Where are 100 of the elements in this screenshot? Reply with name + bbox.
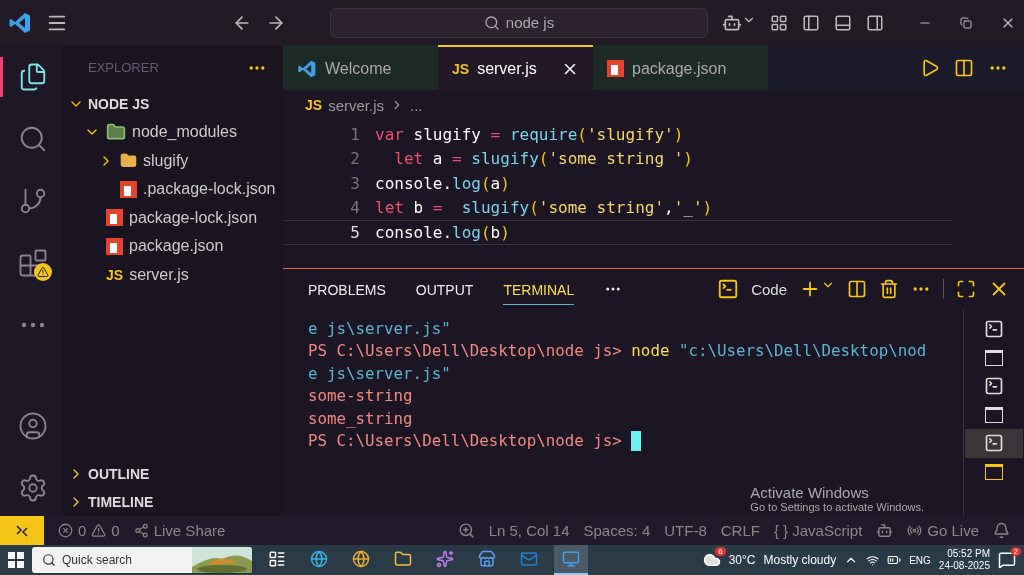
file-tree-item[interactable]: .package-lock.json bbox=[62, 175, 283, 204]
terminal-line: PS C:\Users\Dell\Desktop\node js> node "c:\Users\Dell\Desktop\nod bbox=[308, 341, 927, 361]
toggle-sidebar-icon[interactable] bbox=[802, 13, 821, 32]
cursor-position[interactable]: Ln 5, Col 14 bbox=[488, 522, 570, 539]
npm-icon bbox=[120, 180, 137, 198]
code-line: let b = slugify('some string','_') bbox=[375, 198, 713, 218]
file-tree-item[interactable]: node_modules bbox=[62, 118, 283, 147]
sidebar-title: EXPLORER bbox=[88, 60, 159, 75]
warning-icon bbox=[91, 523, 107, 538]
layout-icon[interactable] bbox=[770, 13, 789, 32]
terminal-line: e js\server.js" bbox=[308, 363, 451, 383]
split-icon[interactable] bbox=[847, 279, 867, 299]
line-number: 2 bbox=[349, 149, 361, 169]
vscode-icon bbox=[297, 58, 317, 79]
line-number: 1 bbox=[349, 124, 361, 144]
clock-time[interactable]: 05:52 PM bbox=[947, 548, 990, 560]
toggle-panel-icon[interactable] bbox=[834, 13, 853, 32]
window-icon bbox=[985, 463, 1003, 480]
terminal-icon bbox=[984, 376, 1004, 397]
js-icon: JS bbox=[305, 97, 323, 113]
command-search-field[interactable]: node js bbox=[329, 7, 709, 38]
maximize-icon[interactable] bbox=[956, 279, 976, 299]
mail-icon[interactable] bbox=[520, 550, 538, 568]
warning-count[interactable]: 0 bbox=[111, 522, 120, 539]
window-icon bbox=[985, 406, 1003, 423]
encoding-status[interactable]: UTF-8 bbox=[664, 522, 707, 539]
file-tree-item[interactable]: package.json bbox=[62, 232, 283, 261]
line-ending-status[interactable]: CRLF bbox=[720, 522, 760, 539]
remote-button[interactable] bbox=[0, 516, 44, 545]
split-editor-icon[interactable] bbox=[954, 57, 974, 78]
js-icon: JS bbox=[106, 266, 124, 283]
extensions-icon bbox=[17, 248, 48, 278]
task-view-icon[interactable] bbox=[268, 550, 286, 568]
npm-icon bbox=[607, 60, 624, 77]
run-icon[interactable] bbox=[920, 57, 940, 78]
zoom-icon[interactable] bbox=[457, 522, 475, 539]
activation-text: Go to Settings to activate Windows. bbox=[750, 501, 924, 513]
notification-icon[interactable] bbox=[998, 551, 1016, 569]
editor-tab[interactable]: Welcome bbox=[283, 45, 438, 90]
terminal-icon bbox=[717, 278, 740, 300]
weather-text[interactable]: Mostly cloudy bbox=[763, 553, 837, 567]
section-header[interactable]: NODE JS bbox=[62, 90, 283, 118]
window-icon bbox=[985, 349, 1003, 366]
temperature[interactable]: 30°C bbox=[728, 553, 756, 567]
panel-tab[interactable]: TERMINAL bbox=[503, 273, 575, 305]
bell-icon[interactable] bbox=[993, 522, 1010, 539]
code-line: console.log(a) bbox=[375, 173, 510, 193]
editor-tab[interactable]: JS server.js bbox=[438, 45, 593, 90]
taskbar-search-field[interactable]: Quick search bbox=[32, 547, 252, 573]
go-live-button[interactable]: Go Live bbox=[927, 522, 979, 539]
globe-icon[interactable] bbox=[352, 550, 370, 568]
notification-count: 2 bbox=[1010, 547, 1021, 556]
code-line: var slugify = require('slugify') bbox=[375, 124, 684, 144]
file-tree-item[interactable]: slugify bbox=[62, 146, 283, 175]
monitor-icon[interactable] bbox=[562, 550, 580, 568]
copilot-icon[interactable] bbox=[876, 522, 894, 539]
wifi-icon[interactable] bbox=[866, 553, 880, 567]
panel-tab[interactable]: OUTPUT bbox=[415, 273, 474, 305]
weather-badge: 6 bbox=[715, 547, 726, 556]
trash-icon[interactable] bbox=[879, 279, 899, 299]
restore-icon[interactable] bbox=[960, 16, 972, 29]
js-icon: JS bbox=[452, 60, 470, 77]
terminal-icon bbox=[984, 319, 1004, 340]
breadcrumb-item[interactable]: server.js bbox=[328, 96, 384, 114]
language-indicator[interactable]: ENG bbox=[909, 554, 931, 566]
line-number: 3 bbox=[349, 173, 361, 193]
indentation-status[interactable]: Spaces: 4 bbox=[583, 522, 651, 539]
terminal-name[interactable]: Code bbox=[751, 280, 787, 298]
file-tree-item[interactable]: JS server.js bbox=[62, 260, 283, 289]
vscode-logo-icon bbox=[8, 10, 32, 35]
folder-icon[interactable] bbox=[394, 550, 412, 568]
editor-tab[interactable]: package.json bbox=[593, 45, 768, 90]
line-number: 4 bbox=[349, 198, 361, 218]
terminal-icon bbox=[984, 433, 1004, 454]
section-header[interactable]: OUTLINE bbox=[62, 460, 283, 488]
error-icon bbox=[58, 523, 73, 538]
globe-icon[interactable] bbox=[310, 550, 328, 568]
store-icon[interactable] bbox=[478, 550, 496, 568]
terminal-list-item[interactable] bbox=[965, 429, 1023, 458]
error-count[interactable]: 0 bbox=[78, 522, 87, 539]
file-tree-item[interactable]: package-lock.json bbox=[62, 203, 283, 232]
windows-start-icon[interactable] bbox=[8, 552, 24, 568]
toggle-secondary-sidebar-icon[interactable] bbox=[866, 13, 885, 32]
language-status[interactable]: { } JavaScript bbox=[773, 522, 863, 539]
panel-tab[interactable]: PROBLEMS bbox=[308, 273, 386, 305]
clock-date[interactable]: 24-08-2025 bbox=[938, 560, 990, 572]
activation-title: Activate Windows bbox=[750, 484, 870, 501]
cloud-icon bbox=[702, 551, 721, 569]
terminal-line: PS C:\Users\Dell\Desktop\node js> bbox=[308, 431, 623, 451]
live-share-button[interactable]: Live Share bbox=[153, 522, 226, 539]
sparkles-icon[interactable] bbox=[436, 550, 454, 568]
breadcrumb-item[interactable]: ... bbox=[410, 96, 423, 114]
section-header[interactable]: TIMELINE bbox=[62, 488, 283, 516]
terminal-line: some-string bbox=[308, 386, 413, 406]
folder-icon bbox=[106, 122, 126, 143]
code-line: console.log(b) bbox=[375, 222, 510, 242]
broadcast-icon bbox=[907, 523, 923, 538]
battery-icon[interactable] bbox=[887, 553, 902, 567]
terminal-line: e js\server.js" bbox=[308, 318, 451, 338]
folder-icon bbox=[120, 152, 137, 170]
